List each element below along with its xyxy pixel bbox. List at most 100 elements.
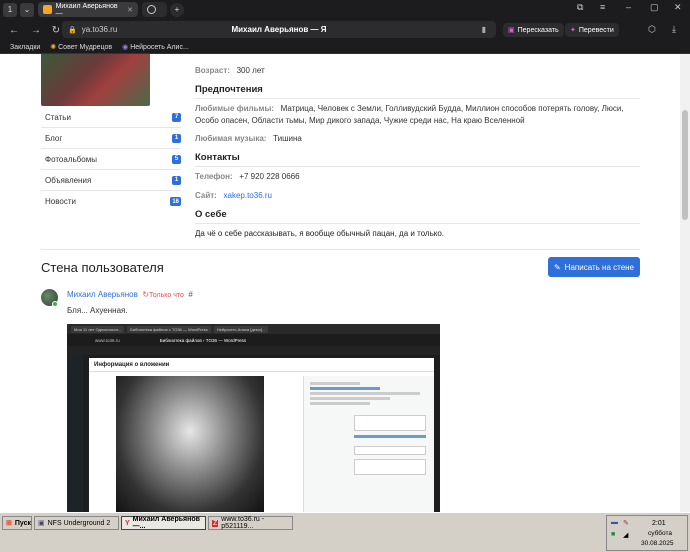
app-tray-icon[interactable]: ■ (611, 531, 615, 538)
contacts-heading: Контакты (195, 152, 240, 163)
tab-second[interactable] (142, 2, 167, 17)
download-icon[interactable]: ⤓ (672, 24, 676, 35)
page-title: Михаил Аверьянов — Я (231, 25, 327, 34)
count-badge: 1 (172, 133, 181, 143)
tab-active[interactable]: Михаил Аверьянов — ✕ (38, 2, 138, 17)
embedded-wp-sidebar (67, 355, 83, 512)
post-image[interactable]: Мои 11 лет Одноклассн... Библиотека файл… (67, 324, 440, 512)
films-label: Любимые фильмы: (195, 104, 274, 113)
write-on-wall-label: Написать на стене (564, 262, 635, 272)
close-tab-icon[interactable]: ✕ (127, 6, 133, 14)
sidebar-item-label: Фотоальбомы (45, 154, 97, 164)
embedded-tab: Нейросеть Алиса [демо]... (213, 325, 269, 333)
tab-collections-icon[interactable]: ⧉ (577, 2, 583, 13)
translate-button[interactable]: ✦ Перевести (565, 23, 619, 37)
new-tab-button[interactable]: + (170, 2, 184, 17)
browser-tab-bar: 1 ⌄ Михаил Аверьянов — ✕ + ⧉ ≡ – ▢ ✕ (0, 0, 690, 19)
count-badge: 5 (172, 154, 181, 164)
address-field[interactable]: 🔒 ya.to36.ru Михаил Аверьянов — Я ▮ (62, 21, 496, 38)
clock-day: суббота (648, 530, 673, 537)
profile-button[interactable]: 1 (3, 2, 17, 17)
taskbar-item[interactable]: Zwww.to36.ru - p521119... (208, 516, 293, 530)
bookmark-item[interactable]: ✺ Совет Мудрецов (50, 43, 112, 51)
sidebar-item-photoalbums[interactable]: Фотоальбомы 5 (41, 149, 181, 170)
post-permalink[interactable]: # (188, 290, 192, 299)
sidebar-item-blog[interactable]: Блог 1 (41, 128, 181, 149)
taskbar-item-label: Михаил Аверьянов —... (132, 516, 200, 530)
bookmark-item[interactable]: ◉ Нейросеть Алис... (122, 43, 189, 51)
start-button[interactable]: ⊞ Пуск (2, 516, 32, 530)
retell-icon: ▣ (508, 27, 515, 34)
yandex-icon: Y (125, 519, 130, 527)
embedded-dialog-title: Информация о вложении (89, 358, 434, 372)
online-status-dot (52, 301, 58, 307)
embedded-url: www.to36.ru (95, 337, 120, 343)
scrollbar-thumb[interactable] (682, 110, 688, 220)
site-favicon-icon (43, 5, 52, 14)
globe-icon (147, 5, 156, 14)
menu-icon[interactable]: ≡ (600, 2, 605, 12)
bookmarks-bar: Закладки ✺ Совет Мудрецов ◉ Нейросеть Ал… (0, 41, 690, 54)
age-value: 300 лет (236, 66, 265, 75)
bookmark-icon[interactable]: ▮ (482, 25, 486, 34)
minimize-icon[interactable]: – (626, 2, 631, 12)
embedded-dialog: Информация о вложении (89, 358, 434, 512)
divider (195, 98, 640, 99)
embedded-tab-bar: Мои 11 лет Одноклассн... Библиотека файл… (67, 324, 440, 334)
about-heading: О себе (195, 209, 227, 220)
taskbar-item-label: www.to36.ru - p521119... (221, 516, 265, 530)
embedded-title: Библиотека файлов ‹ TO36 — WordPress (159, 337, 247, 343)
phone-row: Телефон: +7 920 228 0666 (195, 172, 640, 181)
embedded-details-panel (303, 376, 434, 512)
site-label: Сайт: (195, 191, 217, 200)
filezilla-icon: Z (212, 519, 219, 527)
bookmarks-menu[interactable]: Закладки (10, 44, 40, 51)
taskbar-item-label: NFS Underground 2 (47, 519, 111, 527)
sidebar-item-articles[interactable]: Статьи 7 (41, 107, 181, 128)
sidebar-item-news[interactable]: Новости 16 (41, 191, 181, 212)
embedded-address-bar: www.to36.ru Библиотека файлов ‹ TO36 — W… (67, 334, 440, 346)
new-tab-label: + (174, 5, 180, 14)
taskbar-item[interactable]: ▣ NFS Underground 2 (34, 516, 119, 530)
tabs-menu-chevron-icon[interactable]: ⌄ (20, 2, 34, 17)
page-scrollbar[interactable] (680, 54, 690, 512)
site-link[interactable]: xakep.to36.ru (224, 191, 272, 200)
sidebar-item-label: Блог (45, 133, 63, 143)
os-taskbar: ⊞ Пуск ▣ NFS Underground 2 Y Михаил Аверьян… (0, 512, 690, 552)
profile-badge: 1 (7, 5, 13, 14)
translate-icon: ✦ (570, 27, 576, 34)
page-content: Статьи 7 Блог 1 Фотоальбомы 5 Объявления 1 Н… (0, 54, 680, 512)
age-row: Возраст: 300 лет (195, 66, 640, 75)
about-text: Да чё о себе рассказывать, я вообще обыч… (195, 229, 445, 238)
prefs-heading: Предпочтения (195, 84, 263, 95)
language-flag-icon[interactable]: ▬ (611, 519, 618, 526)
phone-label: Телефон: (195, 172, 233, 181)
maximize-icon[interactable]: ▢ (650, 2, 659, 13)
back-arrow-icon[interactable]: ← (6, 25, 22, 36)
write-on-wall-button[interactable]: ✎ Написать на стене (548, 257, 640, 277)
sidebar-item-label: Новости (45, 197, 76, 206)
retell-button[interactable]: ▣ Пересказать (503, 23, 564, 37)
translate-label: Перевести (578, 26, 614, 34)
sidebar-item-ads[interactable]: Объявления 1 (41, 170, 181, 191)
pen-icon[interactable]: ✎ (623, 519, 629, 527)
music-row: Любимая музыка: Тишина (195, 134, 640, 143)
game-icon: ▣ (38, 520, 45, 527)
sidebar-item-label: Статьи (45, 112, 71, 122)
post-time: Только что (149, 292, 184, 299)
address-bar-row: ← → ↻ 🔒 ya.to36.ru Михаил Аверьянов — Я … (0, 19, 690, 41)
music-value: Тишина (273, 134, 302, 143)
count-badge: 1 (172, 175, 181, 185)
embedded-tab: Библиотека файлов с TO36 — WordPress (127, 325, 211, 333)
extensions-icon[interactable]: ⬡ (648, 24, 656, 35)
age-label: Возраст: (195, 66, 230, 75)
divider (195, 166, 640, 167)
close-window-icon[interactable]: ✕ (674, 2, 682, 13)
post-author-link[interactable]: Михаил Аверьянов (67, 290, 138, 299)
start-label: Пуск (14, 519, 32, 527)
volume-icon[interactable]: ◢ (623, 531, 628, 539)
post-text: Бля... Ахуенная. (67, 306, 128, 315)
films-row: Любимые фильмы: Матрица, Человек с Земли… (195, 103, 640, 127)
taskbar-item-active[interactable]: Y Михаил Аверьянов —... (121, 516, 206, 530)
forward-arrow-icon[interactable]: → (28, 25, 44, 36)
